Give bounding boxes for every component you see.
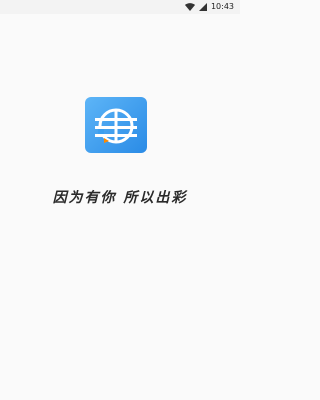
- status-icons: 10:43: [184, 1, 234, 13]
- wifi-icon: [184, 3, 195, 11]
- status-bar: 10:43: [0, 0, 240, 14]
- slogan-text: 因为有你 所以出彩: [52, 190, 188, 206]
- app-logo-icon: [95, 108, 137, 144]
- status-time: 10:43: [210, 2, 234, 11]
- app-logo: [85, 97, 147, 153]
- splash-screen: 10:43 因为有你 所以出彩: [0, 0, 240, 400]
- cellular-signal-icon: [198, 3, 207, 11]
